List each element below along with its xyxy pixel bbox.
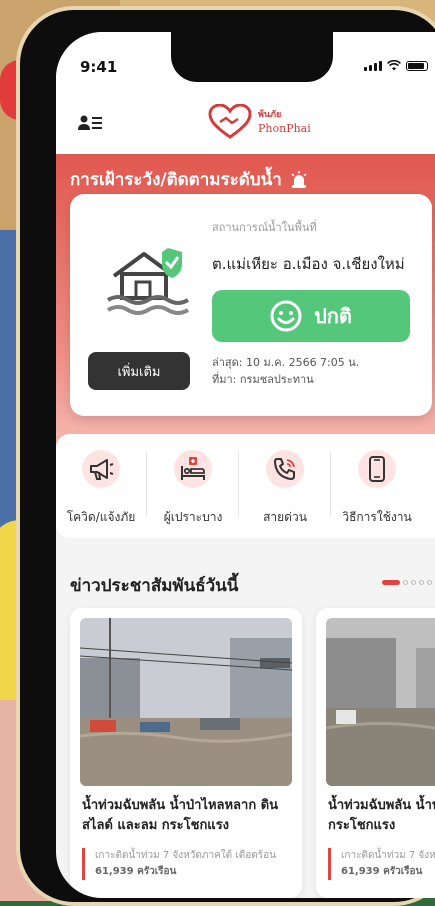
logo-thai-text: พ้นภัย	[258, 110, 282, 120]
wifi-icon	[387, 60, 401, 71]
news-households-text: 61,939 ครัวเรือน	[341, 866, 423, 877]
signal-icon	[364, 61, 382, 71]
smartphone-icon	[369, 456, 385, 482]
app-logo: พ้นภัย PhonPhai	[208, 104, 311, 140]
more-info-button[interactable]: เพิ่มเติม	[88, 352, 190, 390]
news-summary-text: เกาะติดน้ำท่วม 7 จังหวัด	[341, 850, 435, 861]
news-flood-image	[80, 618, 292, 786]
water-section-title-text: การเฝ้าระวัง/ติดตามระดับน้ำ	[70, 170, 282, 190]
megaphone-icon	[90, 459, 114, 480]
water-section-title: การเฝ้าระวัง/ติดตามระดับน้ำ	[70, 166, 308, 193]
news-headline: น้ำท่วมฉับพลัน น้ำป่าไหลหลาก ดินสไลด์ แล…	[82, 798, 279, 833]
phone-call-icon	[274, 458, 295, 480]
quick-action-how-to-use[interactable]: วิธีการใช้งาน	[332, 434, 422, 538]
logo-english-text: PhonPhai	[258, 122, 311, 135]
news-headline: น้ำท่วมฉับพลัน น้ำป่าไห และลม กระโชกแรง	[328, 798, 435, 833]
quick-action-label: สายด่วน	[263, 510, 307, 524]
water-status-card: สถานการณ์น้ำในพื้นที่ ต.แม่เหียะ อ.เมือง…	[70, 194, 432, 416]
smiley-face-icon	[270, 300, 302, 332]
news-card[interactable]: น้ำท่วมฉับพลัน น้ำป่าไห และลม กระโชกแรง …	[316, 608, 435, 898]
water-status-text: ปกติ	[314, 304, 352, 328]
app-screen: 9:41 พ้นภัย PhonPhai การเฝ้าระวัง/ติดตาม…	[56, 32, 435, 898]
news-summary-text: เกาะติดน้ำท่วม 7 จังหวัดภาคใต้ เดือดร้อน	[95, 850, 276, 861]
update-info: ล่าสุด: 10 ม.ค. 2566 7:05 น. ที่มา: กรมช…	[212, 354, 359, 388]
last-updated-text: ล่าสุด: 10 ม.ค. 2566 7:05 น.	[212, 356, 360, 369]
news-section-title: ข่าวประชาสัมพันธ์วันนี้	[70, 576, 239, 596]
status-time: 9:41	[80, 58, 118, 76]
area-label: สถานการณ์น้ำในพื้นที่	[212, 221, 317, 234]
alarm-siren-icon[interactable]	[290, 170, 308, 189]
news-summary: เกาะติดน้ำท่วม 7 จังหวัด 61,939 ครัวเรือ…	[328, 848, 435, 880]
quick-action-covid-alert[interactable]: โควิด/แจ้งภัย	[56, 434, 146, 538]
phone-frame: 9:41 พ้นภัย PhonPhai การเฝ้าระวัง/ติดตาม…	[16, 6, 435, 906]
quick-action-hotline[interactable]: สายด่วน	[240, 434, 330, 538]
battery-icon	[406, 61, 428, 71]
news-households-text: 61,939 ครัวเรือน	[95, 866, 177, 877]
data-source-text: ที่มา: กรมชลประทาน	[212, 373, 314, 386]
news-flood-image	[326, 618, 435, 786]
quick-action-vulnerable[interactable]: ผู้เปราะบาง	[148, 434, 238, 538]
quick-action-label: โควิด/แจ้งภัย	[66, 510, 136, 524]
news-summary: เกาะติดน้ำท่วม 7 จังหวัดภาคใต้ เดือดร้อน…	[82, 848, 302, 880]
app-header: พ้นภัย PhonPhai	[56, 92, 435, 154]
quick-action-label: วิธีการใช้งาน	[342, 510, 412, 524]
profile-menu-icon[interactable]	[78, 114, 102, 134]
heart-hands-logo-icon	[208, 104, 252, 139]
carousel-indicator[interactable]	[382, 580, 432, 585]
water-status-badge[interactable]: ปกติ	[212, 290, 410, 342]
hospital-bed-icon	[181, 457, 205, 480]
flood-house-icon	[106, 248, 190, 315]
news-card[interactable]: น้ำท่วมฉับพลัน น้ำป่าไหลหลาก ดินสไลด์ แล…	[70, 608, 302, 898]
phone-notch	[171, 32, 333, 82]
area-name: ต.แม่เหียะ อ.เมือง จ.เชียงใหม่	[212, 255, 405, 273]
quick-action-label: ผู้เปราะบาง	[163, 510, 223, 524]
quick-actions-bar: โควิด/แจ้งภัย ผู้เปราะบาง สายด่วน วิธีกา…	[56, 434, 435, 538]
